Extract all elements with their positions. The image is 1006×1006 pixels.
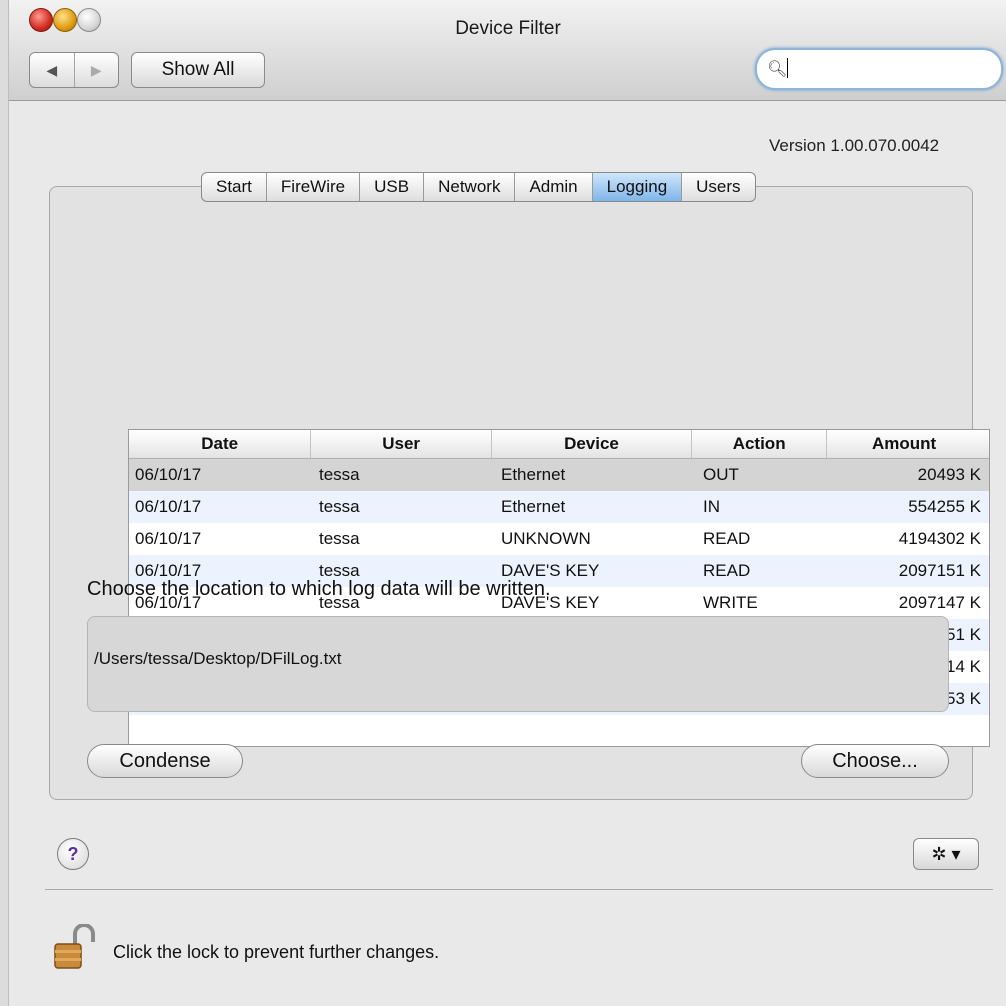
table-row[interactable]: 06/10/17 tessa UNKNOWN READ 4194302 K [129, 523, 989, 555]
column-header-amount[interactable]: Amount [827, 430, 989, 458]
table-cell: tessa [319, 465, 360, 484]
log-path-text: /Users/tessa/Desktop/DFilLog.txt [94, 649, 342, 668]
table-header: Date User Device Action Amount [129, 430, 989, 459]
forward-arrow-icon[interactable]: ▶ [75, 53, 119, 87]
toolbar: Device Filter ◀ ▶ Show All 🔍︎ [9, 0, 1006, 101]
table-cell: tessa [319, 529, 360, 548]
text-cursor [787, 58, 788, 78]
gear-menu-button[interactable]: ✲ ▾ [913, 838, 979, 870]
log-location-instruction: Choose the location to which log data wi… [87, 578, 551, 600]
tab-start[interactable]: Start [202, 173, 267, 201]
column-header-action[interactable]: Action [692, 430, 828, 458]
table-cell: 06/10/17 [135, 529, 202, 548]
tab-usb[interactable]: USB [360, 173, 425, 201]
table-row[interactable]: 06/10/17 tessa Ethernet OUT 20493 K [129, 459, 989, 491]
table-cell: READ [703, 561, 751, 580]
column-header-device[interactable]: Device [492, 430, 693, 458]
help-button[interactable]: ? [57, 838, 89, 870]
table-cell: WRITE [703, 593, 758, 612]
tab-firewire[interactable]: FireWire [267, 173, 361, 201]
choose-button[interactable]: Choose... [801, 744, 949, 778]
table-cell: Ethernet [501, 497, 566, 516]
table-cell: 20493 K [917, 465, 981, 484]
table-cell: 2097151 K [898, 561, 981, 580]
back-forward-control: ◀ ▶ [29, 52, 119, 88]
lock-message: Click the lock to prevent further change… [113, 942, 440, 962]
column-header-date[interactable]: Date [129, 430, 312, 458]
condense-button[interactable]: Condense [87, 744, 243, 778]
table-cell: tessa [319, 497, 360, 516]
tab-network[interactable]: Network [424, 173, 516, 201]
tab-admin[interactable]: Admin [515, 173, 593, 201]
tab-logging[interactable]: Logging [592, 173, 683, 201]
table-cell: 554255 K [908, 497, 981, 516]
version-label: Version 1.00.070.0042 [769, 136, 940, 155]
search-icon: 🔍︎ [767, 61, 788, 78]
divider [45, 889, 993, 890]
preferences-window: Device Filter ◀ ▶ Show All 🔍︎ Version 1.… [8, 0, 1006, 1006]
table-cell: READ [703, 529, 751, 548]
table-cell: IN [703, 497, 720, 516]
lock-icon[interactable] [51, 924, 97, 972]
table-cell: 06/10/17 [135, 465, 202, 484]
table-cell: 4194302 K [898, 529, 981, 548]
tab-users[interactable]: Users [682, 173, 754, 201]
search-field[interactable]: 🔍︎ [755, 48, 1003, 90]
table-row[interactable]: 06/10/17 tessa Ethernet IN 554255 K [129, 491, 989, 523]
table-cell: UNKNOWN [501, 529, 591, 548]
tab-bar: Start FireWire USB Network Admin Logging Users [201, 172, 756, 202]
log-path-box: /Users/tessa/Desktop/DFilLog.txt [87, 616, 949, 712]
table-cell: OUT [703, 465, 739, 484]
show-all-button[interactable]: Show All [131, 52, 265, 88]
back-arrow-icon[interactable]: ◀ [30, 53, 75, 87]
column-header-user[interactable]: User [311, 430, 492, 458]
table-cell: 06/10/17 [135, 497, 202, 516]
window-title: Device Filter [455, 18, 561, 39]
table-cell: Ethernet [501, 465, 566, 484]
table-cell: 2097147 K [898, 593, 981, 612]
